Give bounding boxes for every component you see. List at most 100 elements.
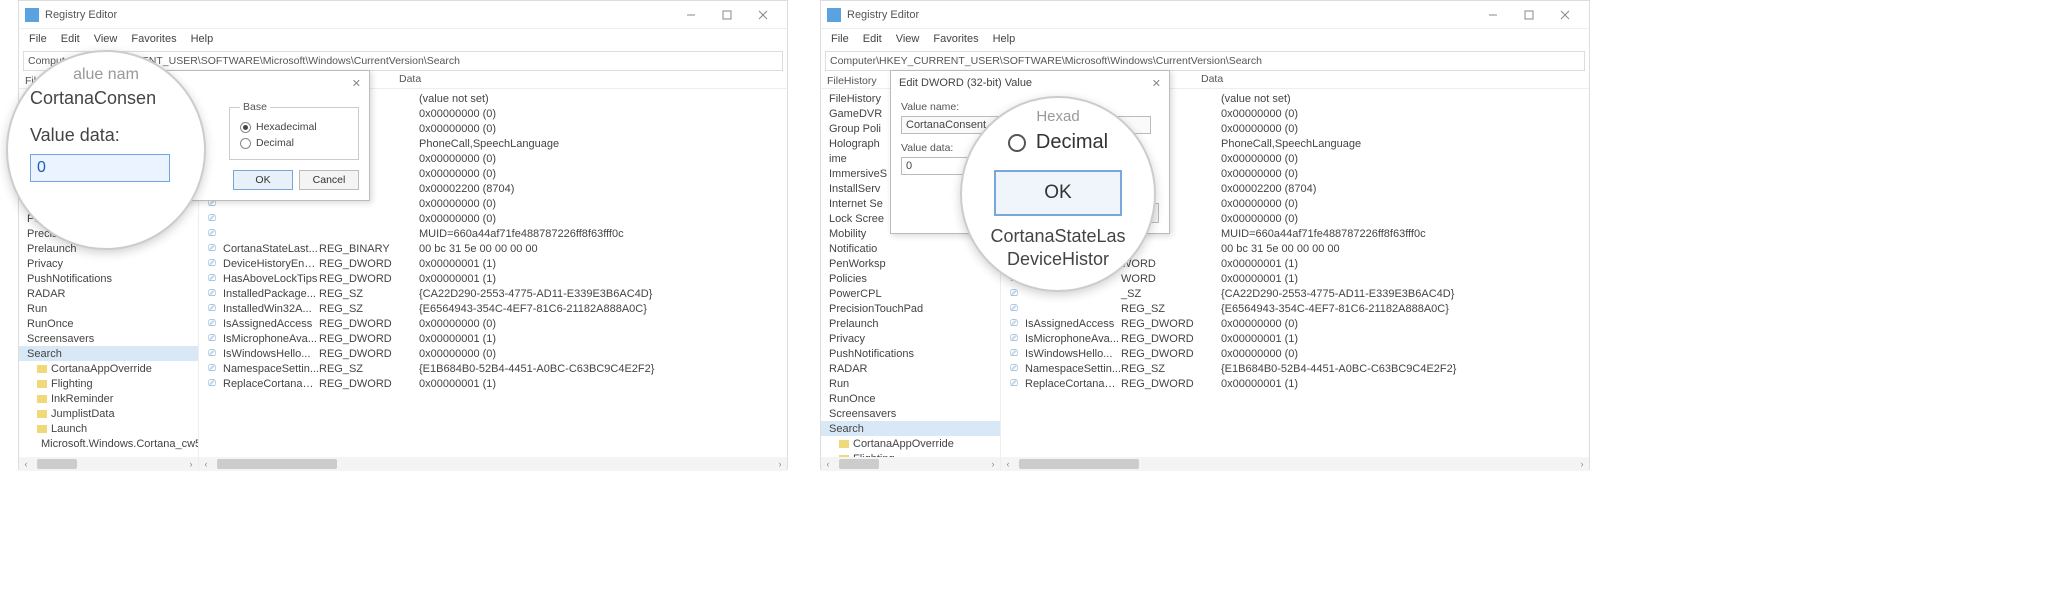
menu-view[interactable]: View bbox=[890, 33, 926, 45]
menu-edit[interactable]: Edit bbox=[55, 33, 86, 45]
scroll-right-icon[interactable]: › bbox=[986, 457, 1000, 471]
tree-item[interactable]: Run bbox=[19, 301, 198, 316]
row-data: 0x00002200 (8704) bbox=[1221, 183, 1589, 195]
list-scrollbar[interactable]: ‹ › bbox=[1001, 457, 1589, 471]
menu-file[interactable]: File bbox=[23, 33, 53, 45]
lens-value-data-input[interactable] bbox=[30, 154, 170, 182]
tree-item[interactable]: Screensavers bbox=[19, 331, 198, 346]
tree-item[interactable]: PenWorksp bbox=[821, 256, 1000, 271]
tree-subitem[interactable]: Launch bbox=[19, 421, 198, 436]
scroll-left-icon[interactable]: ‹ bbox=[199, 457, 213, 471]
tree-scrollbar[interactable]: ‹ › bbox=[19, 457, 198, 471]
tree-subitem[interactable]: CortanaAppOverride bbox=[821, 436, 1000, 451]
tree-item[interactable]: Search bbox=[19, 346, 198, 361]
menu-file[interactable]: File bbox=[825, 33, 855, 45]
list-row[interactable]: ⎚IsAssignedAccessREG_DWORD0x00000000 (0) bbox=[199, 316, 787, 331]
row-name: IsMicrophoneAva... bbox=[223, 333, 319, 345]
list-scrollbar[interactable]: ‹ › bbox=[199, 457, 787, 471]
list-row[interactable]: ⎚ReplaceCortanaC...REG_DWORD0x00000001 (… bbox=[199, 376, 787, 391]
scroll-left-icon[interactable]: ‹ bbox=[19, 457, 33, 471]
tree-item[interactable]: PowerCPL bbox=[821, 286, 1000, 301]
tree-item[interactable]: Privacy bbox=[19, 256, 198, 271]
tree-item[interactable]: Privacy bbox=[821, 331, 1000, 346]
regedit-icon bbox=[827, 8, 841, 22]
tree-item[interactable]: PushNotifications bbox=[19, 271, 198, 286]
radio-decimal[interactable]: Decimal bbox=[240, 135, 348, 151]
list-row[interactable]: ⎚MUID=660a44af71fe488787226ff8f63fff0c bbox=[199, 226, 787, 241]
lens-ok-button[interactable]: OK bbox=[994, 170, 1122, 216]
folder-icon bbox=[37, 410, 47, 418]
tree-item[interactable]: Prelaunch bbox=[821, 316, 1000, 331]
radio-hexadecimal[interactable]: Hexadecimal bbox=[240, 119, 348, 135]
list-row[interactable]: ⎚_SZ{CA22D290-2553-4775-AD11-E339E3B6AC4… bbox=[1001, 286, 1589, 301]
tree-subitem[interactable]: Microsoft.Windows.Cortana_cw5n bbox=[19, 436, 198, 451]
row-name: IsWindowsHello... bbox=[223, 348, 319, 360]
col-data[interactable]: Data bbox=[1201, 73, 1589, 88]
address-bar[interactable]: Computer\HKEY_CURRENT_USER\SOFTWARE\Micr… bbox=[825, 51, 1585, 71]
list-row[interactable]: ⎚NamespaceSettin...REG_SZ{E1B684B0-52B4-… bbox=[199, 361, 787, 376]
menu-help[interactable]: Help bbox=[185, 33, 220, 45]
list-row[interactable]: ⎚IsMicrophoneAva...REG_DWORD0x00000001 (… bbox=[199, 331, 787, 346]
list-row[interactable]: ⎚NamespaceSettin...REG_SZ{E1B684B0-52B4-… bbox=[1001, 361, 1589, 376]
col-data[interactable]: Data bbox=[399, 73, 787, 88]
menu-help[interactable]: Help bbox=[987, 33, 1022, 45]
close-button[interactable] bbox=[1547, 4, 1583, 26]
menu-favorites[interactable]: Favorites bbox=[125, 33, 182, 45]
list-row[interactable]: ⎚IsWindowsHello...REG_DWORD0x00000000 (0… bbox=[199, 346, 787, 361]
row-data: 00 bc 31 5e 00 00 00 00 bbox=[1221, 243, 1589, 255]
menu-favorites[interactable]: Favorites bbox=[927, 33, 984, 45]
scroll-thumb[interactable] bbox=[37, 459, 77, 469]
tree-scrollbar[interactable]: ‹ › bbox=[821, 457, 1000, 471]
row-type bbox=[319, 228, 419, 240]
list-row[interactable]: ⎚DeviceHistoryEna...REG_DWORD0x00000001 … bbox=[199, 256, 787, 271]
maximize-button[interactable] bbox=[709, 4, 745, 26]
row-type: REG_DWORD bbox=[1121, 333, 1221, 345]
scroll-thumb[interactable] bbox=[839, 459, 879, 469]
tree-item[interactable]: RADAR bbox=[821, 361, 1000, 376]
list-row[interactable]: ⎚InstalledWin32A...REG_SZ{E6564943-354C-… bbox=[199, 301, 787, 316]
scroll-thumb[interactable] bbox=[217, 459, 337, 469]
maximize-button[interactable] bbox=[1511, 4, 1547, 26]
tree-subitem[interactable]: InkReminder bbox=[19, 391, 198, 406]
tree-subitem[interactable]: JumplistData bbox=[19, 406, 198, 421]
list-row[interactable]: ⎚HasAboveLockTipsREG_DWORD0x00000001 (1) bbox=[199, 271, 787, 286]
row-name: IsMicrophoneAva... bbox=[1025, 333, 1121, 345]
cancel-button[interactable]: Cancel bbox=[299, 170, 359, 190]
dialog-close-button[interactable]: ✕ bbox=[1152, 77, 1161, 90]
list-row[interactable]: ⎚ReplaceCortanaC...REG_DWORD0x00000001 (… bbox=[1001, 376, 1589, 391]
scroll-right-icon[interactable]: › bbox=[773, 457, 787, 471]
list-row[interactable]: ⎚REG_SZ{E6564943-354C-4EF7-81C6-21182A88… bbox=[1001, 301, 1589, 316]
menu-edit[interactable]: Edit bbox=[857, 33, 888, 45]
scroll-thumb[interactable] bbox=[1019, 459, 1139, 469]
scroll-right-icon[interactable]: › bbox=[184, 457, 198, 471]
list-row[interactable]: ⎚CortanaStateLast...REG_BINARY00 bc 31 5… bbox=[199, 241, 787, 256]
scroll-right-icon[interactable]: › bbox=[1575, 457, 1589, 471]
row-type: REG_SZ bbox=[319, 363, 419, 375]
list-row[interactable]: ⎚IsMicrophoneAva...REG_DWORD0x00000001 (… bbox=[1001, 331, 1589, 346]
menu-view[interactable]: View bbox=[88, 33, 124, 45]
tree-item[interactable]: PushNotifications bbox=[821, 346, 1000, 361]
minimize-button[interactable] bbox=[1475, 4, 1511, 26]
tree-subitem[interactable]: CortanaAppOverride bbox=[19, 361, 198, 376]
tree-item[interactable]: RADAR bbox=[19, 286, 198, 301]
list-row[interactable]: ⎚InstalledPackage...REG_SZ{CA22D290-2553… bbox=[199, 286, 787, 301]
list-row[interactable]: ⎚IsWindowsHello...REG_DWORD0x00000000 (0… bbox=[1001, 346, 1589, 361]
close-button[interactable] bbox=[745, 4, 781, 26]
ok-button[interactable]: OK bbox=[233, 170, 293, 190]
tree-item[interactable]: Screensavers bbox=[821, 406, 1000, 421]
tree-item[interactable]: PrecisionTouchPad bbox=[821, 301, 1000, 316]
tree-item[interactable]: Policies bbox=[821, 271, 1000, 286]
reg-value-icon: ⎚ bbox=[205, 303, 219, 315]
list-row[interactable]: ⎚IsAssignedAccessREG_DWORD0x00000000 (0) bbox=[1001, 316, 1589, 331]
tree-item[interactable]: RunOnce bbox=[821, 391, 1000, 406]
minimize-button[interactable] bbox=[673, 4, 709, 26]
scroll-left-icon[interactable]: ‹ bbox=[821, 457, 835, 471]
dialog-close-button[interactable]: ✕ bbox=[352, 77, 361, 90]
scroll-left-icon[interactable]: ‹ bbox=[1001, 457, 1015, 471]
tree-item[interactable]: Run bbox=[821, 376, 1000, 391]
tree-item[interactable]: RunOnce bbox=[19, 316, 198, 331]
tree-item[interactable]: Search bbox=[821, 421, 1000, 436]
tree-subitem[interactable]: Flighting bbox=[19, 376, 198, 391]
list-row[interactable]: ⎚0x00000000 (0) bbox=[199, 211, 787, 226]
lens-radio-decimal[interactable]: Decimal bbox=[1008, 131, 1108, 154]
